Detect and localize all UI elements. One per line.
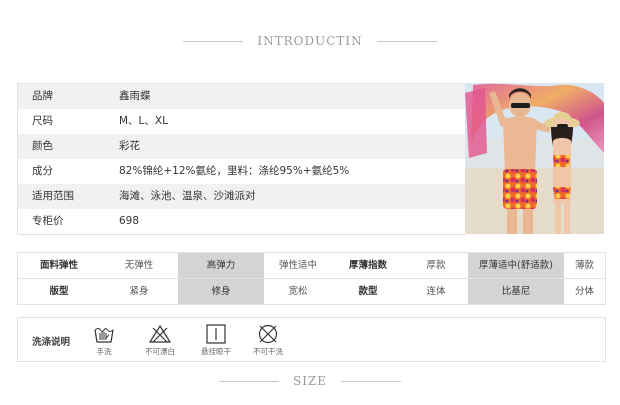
info-value: 海滩、泳池、温泉、沙滩派对 <box>114 184 465 209</box>
attr-option-selected: 修身 <box>178 279 264 304</box>
product-info-table: 品牌 鑫雨蝶 尺码 M、L、XL 颜色 彩花 成分 82%锦纶+12%氨纶，里料… <box>17 83 466 235</box>
care-item-no-dry-clean: 不可干洗 <box>240 324 296 357</box>
size-title: SIZE <box>292 374 328 388</box>
couple-swimwear-image <box>465 83 604 234</box>
care-caption: 悬挂晾干 <box>201 347 231 356</box>
attribute-row: 面料弹性 无弹性 高弹力 弹性适中 厚薄指数 厚款 厚薄适中(舒适款) 薄款 <box>18 253 605 279</box>
introduction-heading: INTRODUCTIN <box>0 34 620 48</box>
hand-wash-icon <box>94 328 114 343</box>
info-label: 专柜价 <box>32 215 64 227</box>
attribute-row: 版型 紧身 修身 宽松 款型 连体 比基尼 分体 <box>18 279 605 304</box>
no-bleach-icon <box>149 324 171 343</box>
info-row-usage: 适用范围 海滩、泳池、温泉、沙滩派对 <box>18 184 465 209</box>
product-photo <box>465 83 604 234</box>
attr-option: 薄款 <box>574 260 594 271</box>
attr-option-selected: 高弹力 <box>178 253 264 278</box>
info-value: 鑫雨蝶 <box>114 84 465 109</box>
attr-head-thickness: 厚薄指数 <box>348 260 387 271</box>
care-item-no-bleach: 不可漂白 <box>132 324 188 357</box>
attr-head-elasticity: 面料弹性 <box>39 260 78 271</box>
introduction-title: INTRODUCTIN <box>257 34 363 48</box>
attr-option: 分体 <box>574 286 594 297</box>
heading-divider-left <box>183 40 244 42</box>
attr-option: 无弹性 <box>124 260 154 271</box>
no-dry-clean-icon <box>258 324 278 344</box>
info-value: M、L、XL <box>119 115 168 127</box>
size-heading: SIZE <box>0 374 620 388</box>
heading-divider-right <box>376 40 437 42</box>
attr-option: 厚款 <box>426 260 446 271</box>
attribute-grid: 面料弹性 无弹性 高弹力 弹性适中 厚薄指数 厚款 厚薄适中(舒适款) 薄款 版… <box>17 252 606 305</box>
washing-label: 洗涤说明 <box>32 337 71 348</box>
info-label: 品牌 <box>32 90 53 102</box>
attr-option-selected: 厚薄适中(舒适款) <box>468 253 564 278</box>
info-label: 颜色 <box>32 140 53 152</box>
washing-instructions: 洗涤说明 手洗 不可漂白 悬挂晾干 不可干洗 <box>17 317 606 362</box>
attr-head-style: 款型 <box>358 286 378 297</box>
attr-option: 连体 <box>426 286 446 297</box>
heading-divider-left <box>218 380 279 382</box>
info-label: 适用范围 <box>32 190 74 202</box>
care-item-hang-dry: 悬挂晾干 <box>188 324 244 357</box>
info-value: 698 <box>119 215 140 227</box>
attr-option: 弹性适中 <box>278 260 317 271</box>
care-caption: 手洗 <box>96 347 112 356</box>
attr-option: 紧身 <box>129 286 149 297</box>
care-caption: 不可干洗 <box>253 347 283 356</box>
info-row-brand: 品牌 鑫雨蝶 <box>18 84 465 109</box>
attr-option: 宽松 <box>288 286 308 297</box>
attr-head-fit: 版型 <box>49 286 69 297</box>
info-label: 尺码 <box>32 115 53 127</box>
info-label: 成分 <box>32 165 53 177</box>
info-row-price: 专柜价 698 <box>18 209 465 234</box>
info-row-color: 颜色 彩花 <box>18 134 465 159</box>
info-value: 82%锦纶+12%氨纶，里料：涤纶95%+氨纶5% <box>119 165 350 177</box>
heading-divider-right <box>341 380 402 382</box>
attr-option-selected: 比基尼 <box>468 279 564 304</box>
info-row-material: 成分 82%锦纶+12%氨纶，里料：涤纶95%+氨纶5% <box>18 159 465 184</box>
hang-dry-icon <box>206 324 226 344</box>
care-caption: 不可漂白 <box>145 347 175 356</box>
care-item-hand-wash: 手洗 <box>76 324 132 357</box>
info-row-size: 尺码 M、L、XL <box>18 109 465 134</box>
info-value: 彩花 <box>114 134 465 159</box>
